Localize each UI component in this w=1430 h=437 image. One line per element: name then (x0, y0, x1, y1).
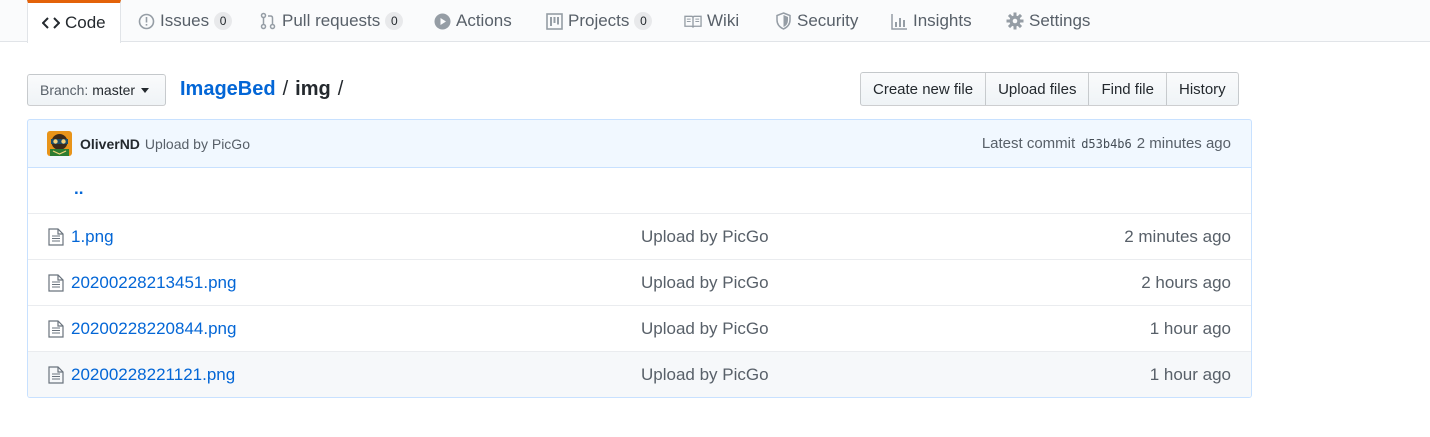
file-commit-message-link[interactable]: Upload by PicGo (641, 227, 769, 247)
projects-counter: 0 (634, 12, 653, 30)
file-age: 1 hour ago (1149, 319, 1231, 338)
pull-request-icon (259, 12, 277, 30)
latest-commit-label: Latest commit (981, 135, 1076, 152)
file-actions-group: Create new file Upload files Find file H… (860, 72, 1239, 106)
commit-author-link[interactable]: OliverND (80, 136, 140, 152)
commit-sha-link[interactable]: d53b4b6 (1081, 137, 1132, 151)
breadcrumb-current-dir: img (295, 78, 331, 100)
file-row: 20200228221121.png Upload by PicGo 1 hou… (28, 351, 1251, 397)
tab-insights[interactable]: Insights (890, 0, 972, 42)
upload-files-button[interactable]: Upload files (985, 72, 1090, 106)
file-icon (48, 228, 64, 246)
file-age: 2 minutes ago (1124, 227, 1231, 246)
file-name-link[interactable]: 20200228220844.png (71, 319, 236, 339)
breadcrumb-separator: / (337, 78, 344, 100)
avatar[interactable] (47, 131, 72, 156)
create-new-file-button[interactable]: Create new file (860, 72, 987, 106)
tab-security[interactable]: Security (774, 0, 858, 42)
file-name-link[interactable]: 1.png (71, 227, 114, 247)
breadcrumb-repo-link[interactable]: ImageBed (180, 78, 276, 101)
tab-settings[interactable]: Settings (1006, 0, 1090, 42)
tab-label: Insights (913, 11, 972, 30)
tab-code[interactable]: Code (27, 0, 121, 43)
breadcrumb-separator: / (282, 78, 289, 100)
caret-down-icon (141, 87, 150, 93)
pull-requests-counter: 0 (385, 12, 404, 30)
find-file-button[interactable]: Find file (1088, 72, 1167, 106)
tab-label: Actions (456, 11, 512, 30)
issue-icon (137, 12, 155, 30)
tab-label: Issues (160, 11, 210, 30)
latest-commit-bar: OliverND Upload by PicGo Latest commit d… (27, 119, 1252, 168)
tab-label: Settings (1029, 11, 1091, 30)
tab-label: Wiki (707, 11, 740, 30)
parent-dir-row: .. (28, 167, 1251, 213)
tab-pull-requests[interactable]: Pull requests 0 (259, 0, 404, 42)
gear-icon (1006, 12, 1024, 30)
repo-nav: Code Issues 0 Pull requests 0 Actions Pr… (0, 0, 1430, 43)
tab-projects[interactable]: Projects 0 (545, 0, 653, 42)
file-icon (48, 320, 64, 338)
file-age: 2 hours ago (1141, 273, 1231, 292)
parent-dir-link[interactable]: .. (74, 179, 83, 199)
file-icon (48, 274, 64, 292)
project-icon (545, 12, 563, 30)
file-name-link[interactable]: 20200228221121.png (71, 365, 235, 385)
commit-age: 2 minutes ago (1136, 135, 1231, 152)
tab-label: Security (797, 11, 859, 30)
branch-label: Branch: (40, 82, 89, 98)
tab-issues[interactable]: Issues 0 (137, 0, 233, 42)
file-list: .. 1.png Upload by PicGo 2 minutes ago 2… (27, 167, 1252, 398)
graph-icon (890, 12, 908, 30)
play-icon (433, 12, 451, 30)
history-button[interactable]: History (1165, 72, 1239, 106)
file-commit-message-link[interactable]: Upload by PicGo (641, 365, 769, 385)
branch-value: master (92, 82, 136, 98)
tab-actions[interactable]: Actions (433, 0, 512, 42)
tab-wiki[interactable]: Wiki (684, 0, 739, 42)
file-row: 20200228213451.png Upload by PicGo 2 hou… (28, 259, 1251, 305)
file-commit-message-link[interactable]: Upload by PicGo (641, 319, 769, 339)
code-icon (42, 14, 60, 32)
issues-counter: 0 (214, 12, 233, 30)
branch-select-button[interactable]: Branch: master (27, 74, 166, 106)
breadcrumb: ImageBed / img / (180, 78, 350, 101)
tab-label: Code (65, 13, 106, 32)
file-commit-message-link[interactable]: Upload by PicGo (641, 273, 769, 293)
file-row: 20200228220844.png Upload by PicGo 1 hou… (28, 305, 1251, 351)
book-icon (684, 12, 702, 30)
shield-icon (774, 12, 792, 30)
commit-message-link[interactable]: Upload by PicGo (145, 136, 250, 152)
tab-label: Projects (568, 11, 630, 30)
file-row: 1.png Upload by PicGo 2 minutes ago (28, 213, 1251, 259)
file-icon (48, 366, 64, 384)
file-name-link[interactable]: 20200228213451.png (71, 273, 236, 293)
file-age: 1 hour ago (1149, 365, 1231, 384)
tab-label: Pull requests (282, 11, 381, 30)
latest-commit-info: Latest commit d53b4b6 2 minutes ago (982, 135, 1231, 152)
